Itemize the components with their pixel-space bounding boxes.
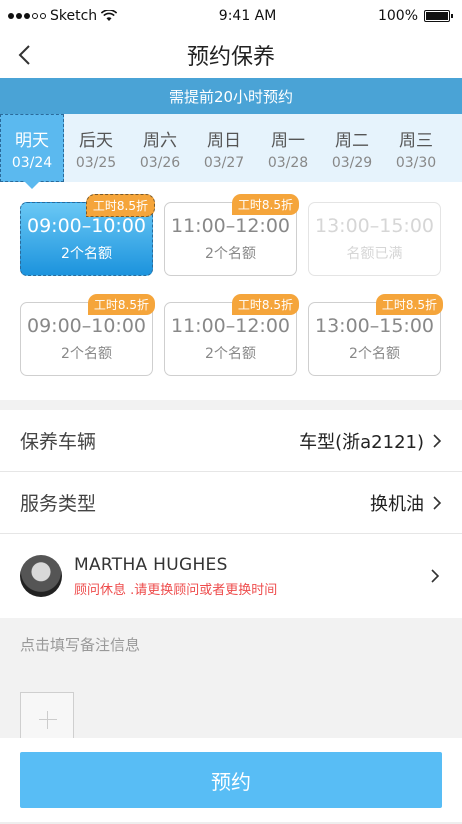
discount-badge: 工时8.5折 <box>375 294 443 315</box>
slot-time: 11:00–12:00 <box>170 215 290 237</box>
date-tab-day: 周二 <box>335 130 369 151</box>
battery-icon <box>424 10 453 22</box>
slot-capacity: 2个名额 <box>205 346 256 362</box>
advisor-row[interactable]: MARTHA HUGHES 顾问休息 .请更换顾问或者更换时间 <box>0 534 462 618</box>
vehicle-row[interactable]: 保养车辆 车型(浙a2121) <box>0 410 462 472</box>
carrier-label: Sketch <box>50 8 98 24</box>
discount-badge: 工时8.5折 <box>87 294 155 315</box>
vehicle-label: 保养车辆 <box>20 431 97 453</box>
discount-badge: 工时8.5折 <box>85 194 155 217</box>
note-input-area[interactable]: 点击填写备注信息 <box>0 618 462 746</box>
note-placeholder: 点击填写备注信息 <box>20 636 141 654</box>
time-slot-3[interactable]: 工时8.5折 09:00–10:00 2个名额 <box>20 294 155 376</box>
time-slot-0[interactable]: 工时8.5折 09:00–10:00 2个名额 <box>20 194 155 276</box>
date-tab-1[interactable]: 后天 03/25 <box>64 114 128 182</box>
section-divider <box>0 400 462 410</box>
slot-time: 13:00–15:00 <box>314 215 434 237</box>
slot-capacity: 2个名额 <box>349 346 400 362</box>
time-slot-1[interactable]: 工时8.5折 11:00–12:00 2个名额 <box>164 194 299 276</box>
chevron-right-icon <box>431 569 440 583</box>
date-tab-date: 03/28 <box>267 154 309 171</box>
chevron-right-icon <box>433 495 442 510</box>
clock: 9:41 AM <box>218 8 277 24</box>
date-tab-2[interactable]: 周六 03/26 <box>128 114 192 182</box>
avatar <box>20 555 62 597</box>
discount-badge: 工时8.5折 <box>231 294 299 315</box>
date-tab-date: 03/29 <box>331 154 373 171</box>
date-tab-3[interactable]: 周日 03/27 <box>192 114 256 182</box>
advance-notice-banner: 需提前20小时预约 <box>0 78 462 114</box>
time-slot-4[interactable]: 工时8.5折 11:00–12:00 2个名额 <box>164 294 299 376</box>
slot-capacity: 2个名额 <box>61 346 112 362</box>
service-type-row[interactable]: 服务类型 换机油 <box>0 472 462 534</box>
advisor-warning: 顾问休息 .请更换顾问或者更换时间 <box>74 582 278 598</box>
date-tab-day: 周一 <box>271 130 305 151</box>
slot-time: 11:00–12:00 <box>170 315 290 337</box>
date-tab-day: 明天 <box>15 130 49 151</box>
date-tab-day: 周日 <box>207 130 241 151</box>
service-type-label: 服务类型 <box>20 493 97 515</box>
page-title: 预约保养 <box>186 45 275 70</box>
date-tab-day: 周三 <box>399 130 433 151</box>
nav-bar: 预约保养 <box>0 32 462 78</box>
date-tab-day: 后天 <box>79 130 113 151</box>
chevron-right-icon <box>433 433 442 448</box>
slot-time: 09:00–10:00 <box>26 315 146 337</box>
footer: 预约 <box>0 738 462 824</box>
vehicle-value: 车型(浙a2121) <box>299 431 424 453</box>
advisor-name: MARTHA HUGHES <box>74 554 228 575</box>
date-tab-date: 03/26 <box>139 154 181 171</box>
date-tab-6[interactable]: 周三 03/30 <box>384 114 448 182</box>
slot-capacity: 名额已满 <box>346 246 403 262</box>
date-tab-date: 03/30 <box>395 154 437 171</box>
status-bar: Sketch 9:41 AM 100% <box>0 0 462 32</box>
date-tab-date: 03/24 <box>11 154 53 171</box>
back-arrow-icon[interactable] <box>14 41 36 69</box>
date-tab-day: 周六 <box>143 130 177 151</box>
slot-time: 09:00–10:00 <box>26 215 146 237</box>
time-slot-grid: 工时8.5折 09:00–10:00 2个名额 工时8.5折 11:00–12:… <box>0 182 462 400</box>
wifi-icon <box>101 10 118 21</box>
date-tabs: 明天 03/24 后天 03/25 周六 03/26 周日 03/27 周一 03/28 … <box>0 114 462 189</box>
slot-capacity: 2个名额 <box>61 246 112 262</box>
date-tab-5[interactable]: 周二 03/29 <box>320 114 384 182</box>
date-tab-date: 03/25 <box>75 154 117 171</box>
time-slot-2: 13:00–15:00 名额已满 <box>308 202 441 276</box>
submit-button[interactable]: 预约 <box>20 752 442 808</box>
date-tab-date: 03/27 <box>203 154 245 171</box>
time-slot-5[interactable]: 工时8.5折 13:00–15:00 2个名额 <box>308 294 443 376</box>
date-tab-4[interactable]: 周一 03/28 <box>256 114 320 182</box>
date-tab-0[interactable]: 明天 03/24 <box>0 114 64 189</box>
service-type-value: 换机油 <box>370 493 424 515</box>
slot-capacity: 2个名额 <box>205 246 256 262</box>
signal-icon <box>8 13 46 19</box>
battery-percent: 100% <box>377 8 418 24</box>
discount-badge: 工时8.5折 <box>231 194 299 215</box>
slot-time: 13:00–15:00 <box>314 315 434 337</box>
